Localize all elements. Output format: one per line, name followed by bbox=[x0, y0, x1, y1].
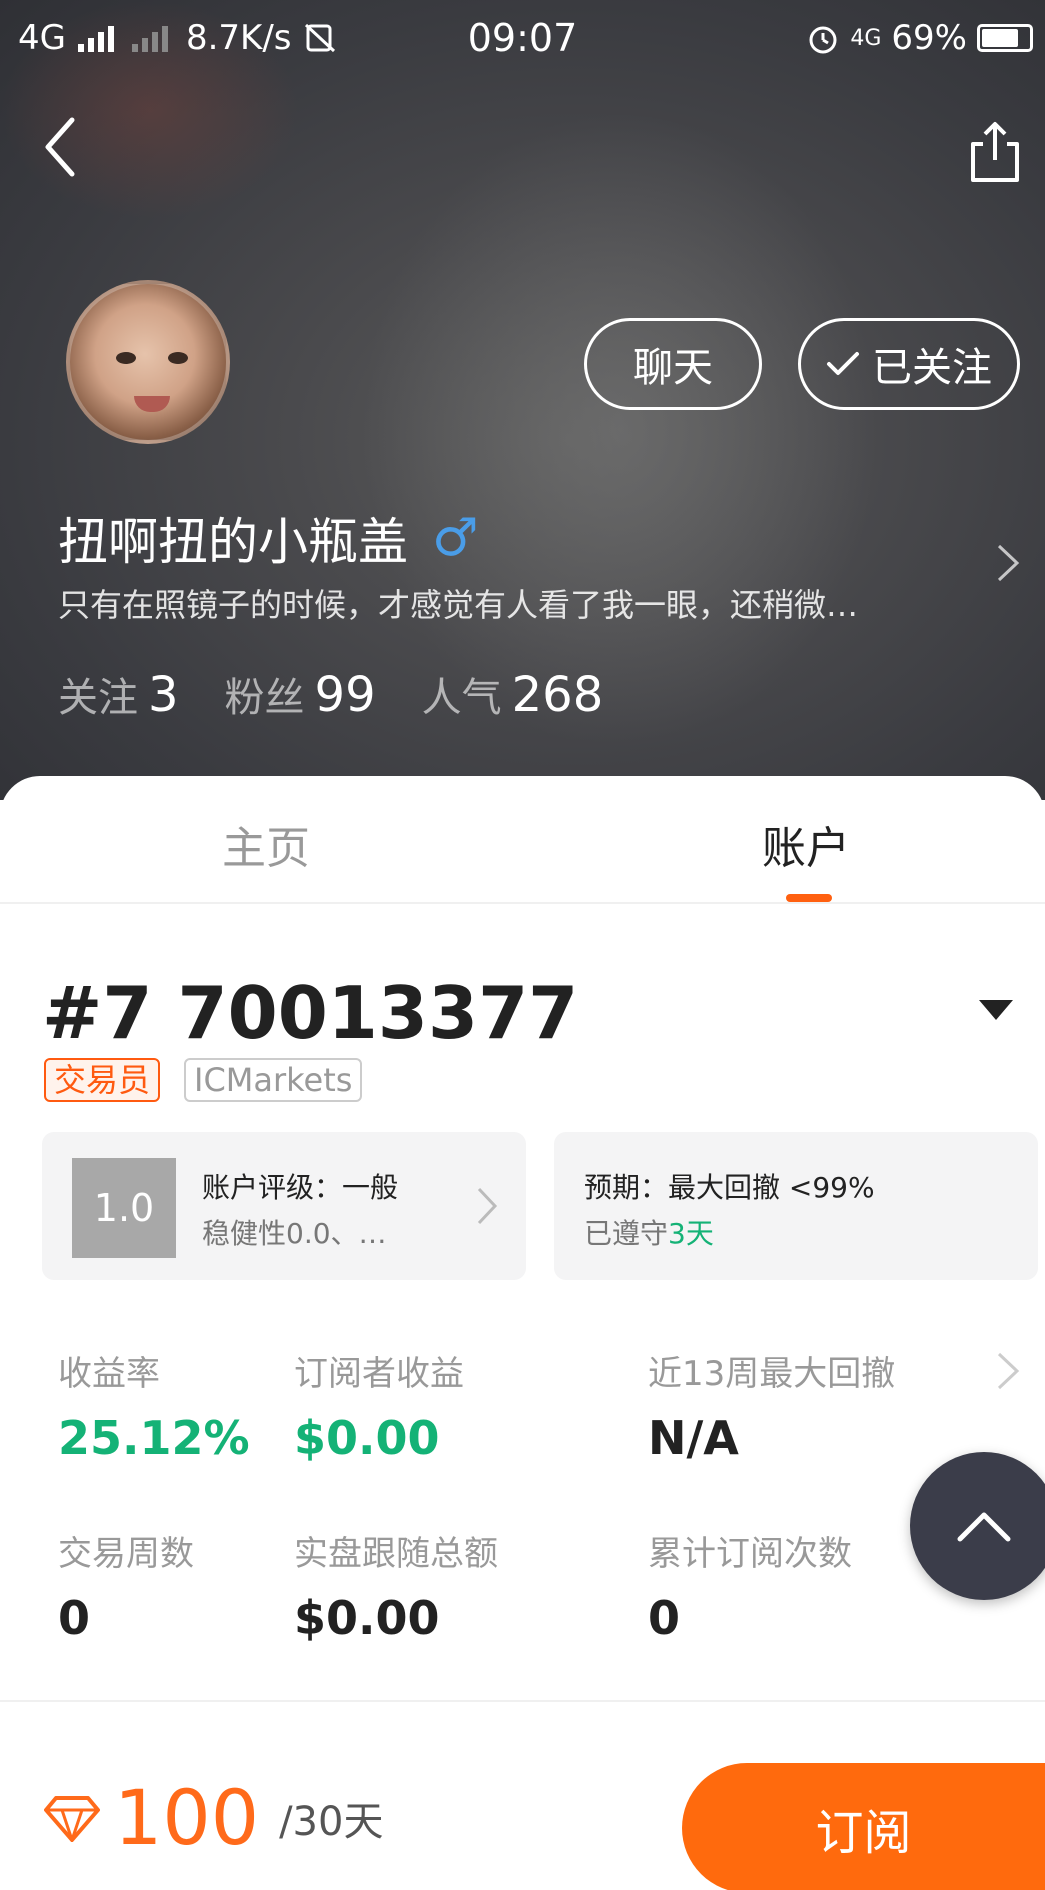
back-icon[interactable] bbox=[38, 112, 88, 182]
follow-button[interactable]: 已关注 bbox=[798, 318, 1020, 410]
tab-home[interactable]: 主页 bbox=[222, 812, 310, 876]
account-number: #7 70013377 bbox=[42, 971, 579, 1055]
battery-percent: 69% bbox=[891, 18, 967, 58]
network-type-right: 4G bbox=[850, 25, 882, 51]
avatar-mouth bbox=[134, 396, 170, 412]
metric-follow-total: 实盘跟随总额 $0.00 bbox=[294, 1534, 498, 1645]
content-panel: 主页 账户 #7 70013377 交易员 ICMarkets 1.0 账户评级… bbox=[0, 776, 1045, 1890]
header-background bbox=[360, 110, 880, 750]
dropdown-triangle-icon[interactable] bbox=[977, 998, 1015, 1022]
subscribe-button[interactable]: 订阅 bbox=[682, 1763, 1045, 1890]
avatar[interactable] bbox=[66, 280, 230, 444]
chevron-right-icon bbox=[477, 1187, 498, 1225]
broker-tag: ICMarkets bbox=[184, 1058, 363, 1102]
chat-button[interactable]: 聊天 bbox=[584, 318, 762, 410]
metric-subscription-count: 累计订阅次数 0 bbox=[648, 1534, 852, 1645]
rating-card[interactable]: 1.0 账户评级：一般 稳健性0.0、… bbox=[42, 1132, 526, 1280]
scroll-top-button[interactable] bbox=[910, 1452, 1045, 1600]
status-right: 4G 69% bbox=[806, 18, 1033, 58]
expectation-title: 预期：最大回撤 <99% bbox=[584, 1171, 875, 1204]
profile-header: 4G 8.7K/s 09:07 4G 69% 聊天 已关注 扭啊扭的小瓶盖 ♂ … bbox=[0, 0, 1045, 800]
bio-text[interactable]: 只有在照镜子的时候，才感觉有人看了我一眼，还稍微… bbox=[58, 580, 938, 626]
profile-stats: 关注 3 粉丝 99 人气 268 bbox=[58, 665, 603, 723]
username: 扭啊扭的小瓶盖 bbox=[58, 513, 408, 571]
rating-score: 1.0 bbox=[72, 1158, 176, 1258]
trader-tag: 交易员 bbox=[44, 1058, 161, 1102]
expectation-subtitle: 已遵守3天 bbox=[584, 1217, 714, 1250]
metric-trading-weeks: 交易周数 0 bbox=[58, 1534, 194, 1645]
avatar-eye-right bbox=[168, 352, 188, 364]
avatar-eye-left bbox=[116, 352, 136, 364]
price-value: 100 bbox=[114, 1773, 260, 1862]
chevron-right-icon[interactable] bbox=[993, 540, 1023, 586]
chevron-right-icon[interactable] bbox=[993, 1348, 1023, 1394]
metric-max-drawdown: 近13周最大回撤 N/A bbox=[648, 1354, 896, 1465]
metric-subscriber-profit: 订阅者收益 $0.00 bbox=[294, 1354, 464, 1465]
chevron-up-icon bbox=[957, 1512, 1011, 1542]
footer-divider bbox=[0, 1700, 1045, 1702]
username-row: 扭啊扭的小瓶盖 ♂ bbox=[58, 502, 479, 574]
follow-button-label: 已关注 bbox=[872, 345, 992, 391]
subscribe-button-label: 订阅 bbox=[815, 1805, 912, 1861]
expectation-card: 预期：最大回撤 <99% 已遵守3天 bbox=[554, 1132, 1038, 1280]
price-info: 100 /30天 bbox=[44, 1773, 383, 1862]
stat-popularity: 人气 268 bbox=[421, 667, 604, 723]
rating-subtitle: 稳健性0.0、… bbox=[202, 1217, 387, 1250]
tab-bar: 主页 账户 bbox=[0, 776, 1045, 904]
rating-title: 账户评级：一般 bbox=[202, 1171, 399, 1204]
chat-button-label: 聊天 bbox=[633, 345, 713, 391]
status-bar: 4G 8.7K/s 09:07 4G 69% bbox=[0, 0, 1045, 76]
battery-icon bbox=[977, 24, 1033, 52]
tab-account[interactable]: 账户 bbox=[762, 812, 850, 876]
share-icon[interactable] bbox=[967, 118, 1023, 184]
stat-fans[interactable]: 粉丝 99 bbox=[225, 665, 376, 723]
price-unit: /30天 bbox=[279, 1798, 384, 1845]
metric-return-rate: 收益率 25.12% bbox=[58, 1354, 250, 1465]
check-icon bbox=[827, 352, 859, 375]
male-gender-icon: ♂ bbox=[432, 508, 479, 568]
subscription-footer: 100 /30天 订阅 bbox=[0, 1735, 1045, 1890]
stat-following[interactable]: 关注 3 bbox=[58, 665, 179, 723]
diamond-icon bbox=[44, 1795, 100, 1842]
tab-active-indicator bbox=[786, 894, 832, 902]
alarm-icon bbox=[809, 26, 837, 54]
